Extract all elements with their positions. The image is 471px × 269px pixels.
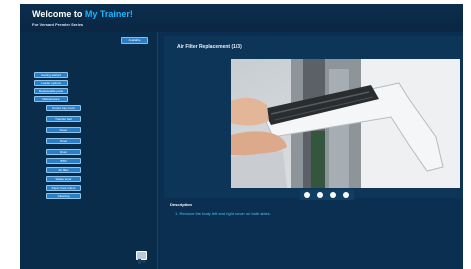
title-brand: My Trainer! <box>84 9 133 19</box>
playback-controls <box>300 190 354 200</box>
exit-button[interactable] <box>136 251 147 264</box>
sidebar-item-maintenance[interactable]: Maintenance <box>34 96 68 102</box>
sidebar: Available Getting started Loader options… <box>20 32 158 269</box>
sidebar-subitem[interactable]: BTR <box>46 158 81 164</box>
description-label: Description <box>170 202 193 207</box>
video-viewer: Air Filter Replacement (1/3) <box>164 36 463 200</box>
app-title: Welcome to My Trainer! <box>32 9 133 19</box>
app-subtitle: For Versant Premier Series <box>32 22 84 27</box>
sidebar-subitem[interactable]: Toner <box>46 138 81 144</box>
next-icon[interactable] <box>330 192 336 198</box>
title-prefix: Welcome to <box>32 9 85 19</box>
procedure-photo <box>231 59 460 188</box>
sidebar-subitem[interactable]: Transfer belt <box>46 116 81 122</box>
trainer-window: Welcome to My Trainer! For Versant Premi… <box>20 4 463 269</box>
exit-door-icon <box>138 259 146 264</box>
sidebar-item-replaceable-parts[interactable]: Replaceable parts <box>34 88 68 94</box>
main-panel: Air Filter Replacement (1/3) Description… <box>158 32 463 269</box>
sidebar-subitem[interactable]: Output tray cover <box>46 105 81 111</box>
sidebar-subitem[interactable]: Fuser <box>46 127 81 133</box>
sidebar-subitem[interactable]: Cleaning <box>46 193 81 199</box>
sidebar-subitem[interactable]: Waste toner <box>46 176 81 182</box>
header: Welcome to My Trainer! For Versant Premi… <box>20 4 463 32</box>
air-filter-illustration <box>231 59 460 188</box>
available-button[interactable]: Available <box>121 37 148 44</box>
sidebar-item-loader-options[interactable]: Loader options <box>34 80 68 86</box>
sidebar-subitem[interactable]: Paper feed rollers <box>46 185 81 191</box>
viewer-title: Air Filter Replacement (1/3) <box>177 44 242 50</box>
sidebar-subitem[interactable]: Drum <box>46 149 81 155</box>
first-icon[interactable] <box>304 192 310 198</box>
last-icon[interactable] <box>343 192 349 198</box>
description-text: 1. Remove the body left and right cover … <box>175 211 271 216</box>
sidebar-subitem[interactable]: Air filter <box>46 167 81 173</box>
previous-icon[interactable] <box>317 192 323 198</box>
sidebar-item-getting-started[interactable]: Getting started <box>34 72 68 78</box>
